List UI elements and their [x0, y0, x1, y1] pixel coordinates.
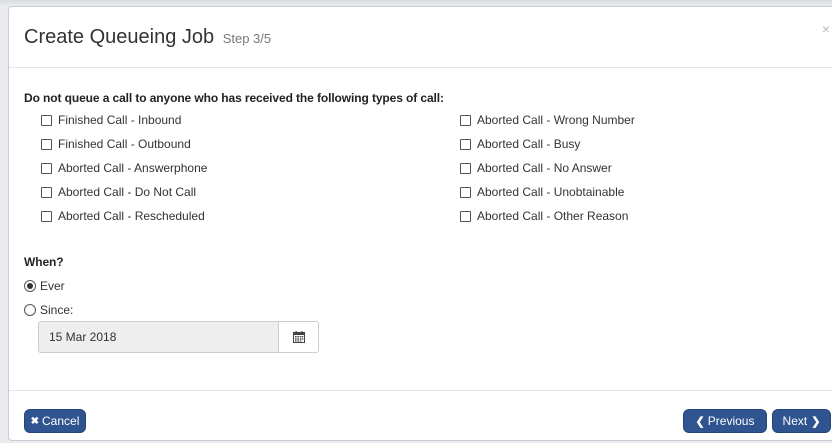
checkbox-box[interactable] — [41, 114, 52, 126]
radio-ever-button[interactable] — [24, 280, 36, 292]
checkbox-box[interactable] — [41, 138, 52, 150]
checkbox-box[interactable] — [41, 186, 52, 198]
radio-since-button[interactable] — [24, 304, 36, 316]
checkbox-aborted-do-not-call[interactable]: Aborted Call - Do Not Call — [41, 184, 196, 200]
checkbox-aborted-no-answer[interactable]: Aborted Call - No Answer — [460, 160, 612, 176]
modal-header: Create Queueing Job Step 3/5 × — [9, 7, 832, 68]
modal-body: Do not queue a call to anyone who has re… — [9, 67, 832, 390]
close-icon: ✖ — [30, 415, 40, 427]
checkbox-box[interactable] — [460, 114, 471, 126]
checkbox-label: Aborted Call - Wrong Number — [477, 113, 635, 127]
cancel-button[interactable]: ✖ Cancel — [24, 409, 86, 433]
previous-label: Previous — [707, 414, 755, 428]
checkbox-label: Aborted Call - Other Reason — [477, 209, 629, 223]
checkbox-box[interactable] — [41, 162, 52, 174]
checkbox-label: Aborted Call - Answerphone — [58, 161, 208, 175]
calendar-button[interactable] — [278, 321, 319, 353]
checkbox-label: Aborted Call - Busy — [477, 137, 581, 151]
checkbox-aborted-rescheduled[interactable]: Aborted Call - Rescheduled — [41, 208, 205, 224]
chevron-right-icon: ❯ — [811, 415, 821, 428]
next-button[interactable]: Next ❯ — [772, 409, 831, 433]
checkbox-box[interactable] — [460, 138, 471, 150]
create-queueing-job-modal: Create Queueing Job Step 3/5 × Do not qu… — [8, 6, 832, 441]
when-heading: When? — [24, 255, 64, 269]
checkbox-label: Aborted Call - Do Not Call — [58, 185, 197, 199]
checkbox-box[interactable] — [41, 210, 52, 222]
close-icon[interactable]: × — [822, 22, 830, 36]
previous-button[interactable]: ❮ Previous — [683, 409, 767, 433]
radio-since[interactable]: Since: — [24, 302, 73, 318]
modal-title-text: Create Queueing Job — [24, 26, 215, 48]
radio-ever[interactable]: Ever — [24, 278, 65, 294]
modal-title: Create Queueing Job Step 3/5 — [24, 26, 271, 49]
exclusions-heading: Do not queue a call to anyone who has re… — [24, 91, 444, 105]
step-indicator: Step 3/5 — [222, 31, 272, 46]
checkbox-label: Aborted Call - No Answer — [477, 161, 612, 175]
checkbox-label: Finished Call - Outbound — [58, 137, 191, 151]
checkbox-box[interactable] — [460, 186, 471, 198]
checkbox-aborted-other-reason[interactable]: Aborted Call - Other Reason — [460, 208, 628, 224]
since-date-input[interactable]: 15 Mar 2018 — [38, 321, 278, 353]
checkbox-aborted-busy[interactable]: Aborted Call - Busy — [460, 136, 580, 152]
checkbox-box[interactable] — [460, 162, 471, 174]
modal-footer: ✖ Cancel ❮ Previous Next ❯ — [9, 390, 832, 443]
checkbox-box[interactable] — [460, 210, 471, 222]
since-date-picker: 15 Mar 2018 — [38, 321, 319, 353]
checkbox-aborted-wrong-number[interactable]: Aborted Call - Wrong Number — [460, 112, 635, 128]
checkbox-label: Finished Call - Inbound — [58, 113, 182, 127]
next-label: Next — [782, 414, 808, 428]
calendar-icon — [292, 331, 305, 343]
chevron-left-icon: ❮ — [695, 415, 705, 428]
checkbox-finished-outbound[interactable]: Finished Call - Outbound — [41, 136, 191, 152]
checkbox-label: Aborted Call - Rescheduled — [58, 209, 205, 223]
checkbox-finished-inbound[interactable]: Finished Call - Inbound — [41, 112, 181, 128]
checkbox-aborted-unobtainable[interactable]: Aborted Call - Unobtainable — [460, 184, 624, 200]
checkbox-aborted-answerphone[interactable]: Aborted Call - Answerphone — [41, 160, 207, 176]
radio-since-label: Since: — [40, 303, 74, 317]
radio-ever-label: Ever — [40, 279, 65, 293]
checkbox-label: Aborted Call - Unobtainable — [477, 185, 625, 199]
cancel-label: Cancel — [42, 414, 80, 428]
